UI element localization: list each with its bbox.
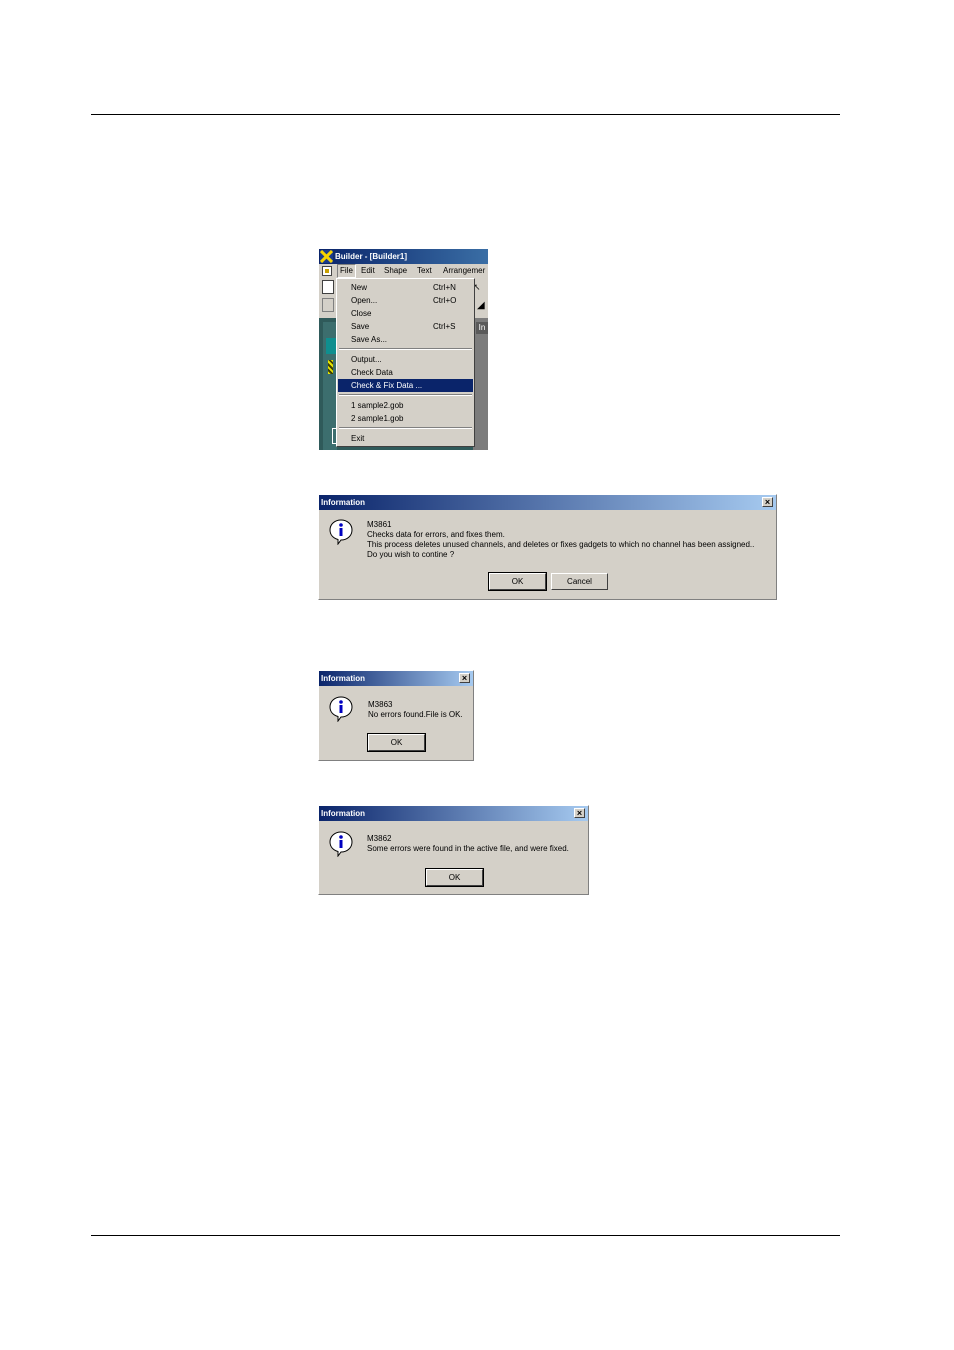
- menu-item-save[interactable]: Save Ctrl+S: [338, 320, 473, 333]
- menu-item-label: Save: [351, 322, 370, 331]
- menu-item-check-fix-data[interactable]: Check & Fix Data ...: [338, 379, 473, 392]
- menu-item-recent-2[interactable]: 2 sample1.gob: [338, 412, 473, 425]
- info-icon: [329, 696, 353, 722]
- file-menu-dropdown: New Ctrl+N Open... Ctrl+O Close Save Ctr…: [336, 278, 475, 447]
- errors-fixed-dialog: Information × M3862 Some errors were fou…: [318, 805, 589, 895]
- menu-item-label: Save As...: [351, 335, 388, 344]
- menu-item-label: Check & Fix Data ...: [351, 381, 423, 390]
- menu-item-label: New: [351, 283, 368, 292]
- message-line: No errors found.File is OK.: [368, 710, 463, 719]
- builder-window-screenshot: Builder - [Builder1] File Edit Shape Tex…: [319, 249, 488, 450]
- workspace-tab[interactable]: In: [476, 322, 488, 334]
- menu-item-label: Check Data: [351, 368, 393, 377]
- cancel-button[interactable]: Cancel: [551, 573, 608, 590]
- builder-menubar: File Edit Shape Text Arrangemer: [319, 264, 488, 278]
- message-line: This process deletes unused channels, an…: [367, 540, 755, 549]
- menu-file[interactable]: File: [337, 264, 356, 278]
- dialog-title: Information: [319, 495, 776, 510]
- workspace-gadget: [326, 338, 336, 354]
- builder-title: Builder - [Builder1]: [335, 252, 408, 261]
- ok-button[interactable]: OK: [425, 868, 484, 887]
- footer-rule: [91, 1235, 840, 1236]
- dialog-title: Information: [319, 671, 473, 686]
- menu-text[interactable]: Text: [417, 264, 432, 278]
- menu-item-label: 2 sample1.gob: [351, 414, 404, 423]
- message-code: M3861: [367, 520, 392, 529]
- menu-separator: [339, 427, 472, 429]
- workspace-side-area: [473, 318, 488, 450]
- close-icon[interactable]: ×: [574, 808, 585, 818]
- menu-item-label: Open...: [351, 296, 378, 305]
- menu-item-save-as[interactable]: Save As...: [338, 333, 473, 346]
- menu-separator: [339, 394, 472, 396]
- confirm-dialog: Information × M3861 Checks data for erro…: [318, 494, 777, 600]
- menu-item-label: Close: [351, 309, 372, 318]
- menu-item-close[interactable]: Close: [338, 307, 473, 320]
- info-icon: [329, 831, 353, 857]
- menu-item-shortcut: Ctrl+O: [433, 296, 457, 305]
- menu-edit[interactable]: Edit: [361, 264, 375, 278]
- menu-item-label: 1 sample2.gob: [351, 401, 404, 410]
- menu-separator: [339, 348, 472, 350]
- dialog-title: Information: [319, 806, 588, 821]
- message-line: Do you wish to contine ?: [367, 550, 455, 559]
- menu-item-open[interactable]: Open... Ctrl+O: [338, 294, 473, 307]
- menu-item-label: Exit: [351, 434, 365, 443]
- no-errors-dialog: Information × M3863 No errors found.File…: [318, 670, 474, 761]
- message-code: M3862: [367, 834, 392, 843]
- menu-shape[interactable]: Shape: [384, 264, 407, 278]
- builder-app-icon: [320, 250, 333, 263]
- header-rule: [91, 114, 840, 115]
- message-line: Some errors were found in the active fil…: [367, 844, 569, 853]
- ok-button[interactable]: OK: [488, 572, 547, 591]
- menu-item-check-data[interactable]: Check Data: [338, 366, 473, 379]
- menu-item-shortcut: Ctrl+S: [433, 322, 456, 331]
- close-icon[interactable]: ×: [459, 673, 470, 683]
- workspace-gadget-striped: [328, 360, 333, 374]
- line-tool-icon[interactable]: ◢: [477, 300, 485, 311]
- menu-arrangement[interactable]: Arrangemer: [443, 264, 485, 278]
- info-icon: [329, 519, 353, 545]
- close-icon[interactable]: ×: [762, 497, 773, 507]
- menu-item-shortcut: Ctrl+N: [433, 283, 456, 292]
- menu-item-output[interactable]: Output...: [338, 353, 473, 366]
- menu-item-recent-1[interactable]: 1 sample2.gob: [338, 399, 473, 412]
- builder-titlebar: Builder - [Builder1]: [319, 249, 488, 264]
- menu-item-label: Output...: [351, 355, 382, 364]
- message-line: Checks data for errors, and fixes them.: [367, 530, 505, 539]
- document-icon[interactable]: [322, 266, 332, 276]
- menu-item-new[interactable]: New Ctrl+N: [338, 281, 473, 294]
- message-code: M3863: [368, 700, 393, 709]
- new-file-tool-button[interactable]: [322, 280, 334, 294]
- ok-button[interactable]: OK: [367, 733, 426, 752]
- toolbar-button[interactable]: [322, 298, 334, 312]
- menu-item-exit[interactable]: Exit: [338, 432, 473, 445]
